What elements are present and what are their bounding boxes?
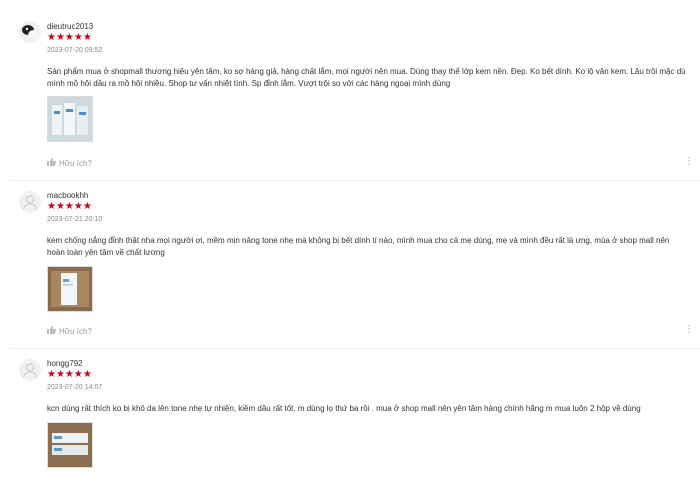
review-text: kcn dùng rất thích ko bị khô da lên tone… [47,404,641,413]
review-text: kem chống nắng đỉnh thật nha mọi người ơ… [47,236,670,257]
username[interactable]: hongg792 [47,359,83,368]
review-item: macbookhh ★★★★★ 2023-07-21 20:10 kem chố… [0,180,700,348]
helpful-label: Hữu ích? [59,158,92,168]
thumbs-up-icon [47,158,57,168]
more-options-button[interactable]: ⋮ [684,325,694,335]
review-photo[interactable] [47,96,93,142]
more-options-button[interactable]: ⋮ [684,157,694,167]
thumbs-up-icon [47,326,57,336]
avatar[interactable] [19,21,41,43]
rating-stars: ★★★★★ [47,32,92,43]
rating-stars: ★★★★★ [47,201,92,212]
user-avatar-icon [23,195,37,210]
avatar[interactable] [19,359,41,381]
review-photo[interactable] [47,422,93,468]
review-date: 2023-07-20 09:52 [47,47,103,54]
helpful-label: Hữu ích? [59,326,92,336]
username[interactable]: dieutruc2013 [47,22,93,31]
rating-stars: ★★★★★ [47,369,92,380]
avatar[interactable] [19,191,41,213]
review-text: Sản phẩm mua ở shopmall thương hiệu yên … [47,67,686,88]
helpful-button[interactable]: Hữu ích? [47,326,92,336]
user-avatar-icon [23,363,37,378]
review-date: 2023-07-20 14:07 [47,384,103,391]
review-date: 2023-07-21 20:10 [47,216,103,223]
review-item: dieutruc2013 ★★★★★ 2023-07-20 09:52 Sản … [0,0,700,180]
username[interactable]: macbookhh [47,191,88,200]
review-item: hongg792 ★★★★★ 2023-07-20 14:07 kcn dùng… [0,348,700,500]
review-photo[interactable] [47,266,93,312]
helpful-button[interactable]: Hữu ích? [47,158,92,168]
